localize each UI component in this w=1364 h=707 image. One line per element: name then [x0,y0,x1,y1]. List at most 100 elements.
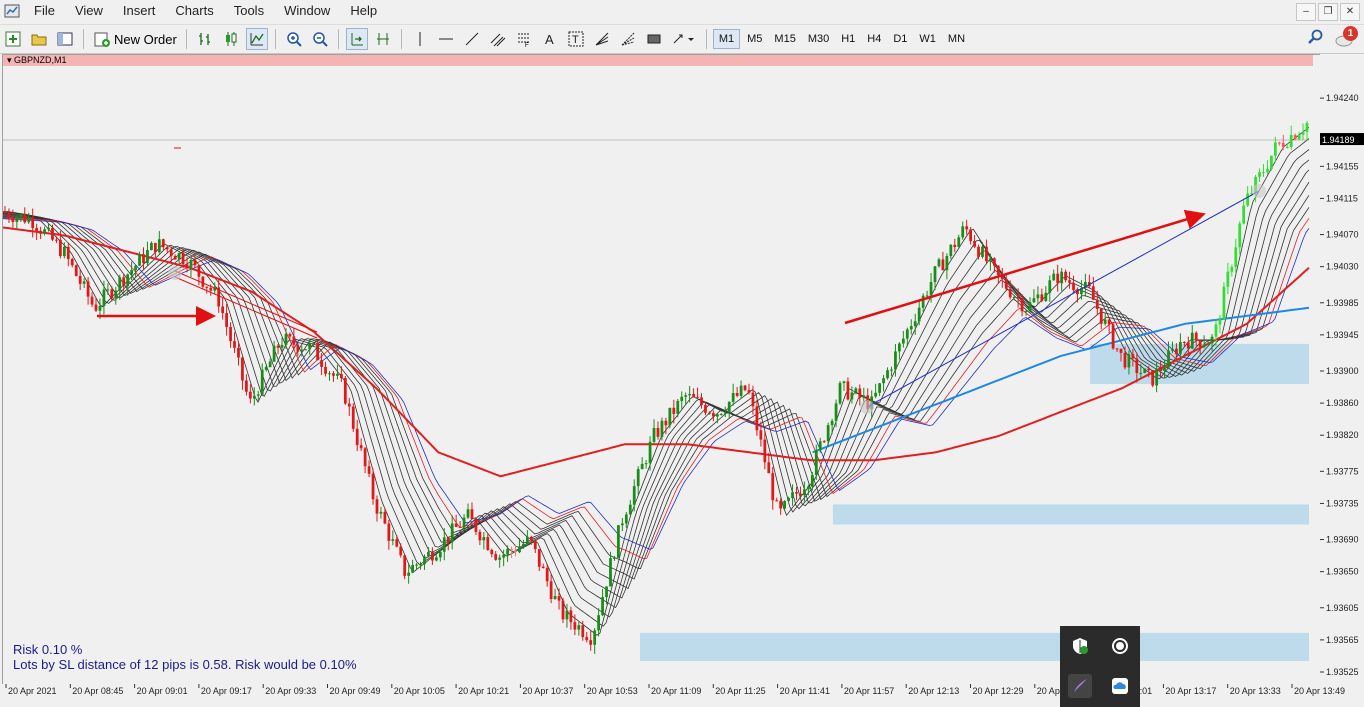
price-chart[interactable] [3,55,1321,685]
candle-body [1111,324,1115,349]
cloud-icon[interactable] [1108,674,1132,698]
timeframe-mn-button[interactable]: MN [943,30,970,48]
time-tick-label: 20 Apr 09:01 [137,686,188,696]
candle-body [336,373,339,376]
candle-body [205,286,209,288]
restore-button[interactable]: ❐ [1318,3,1338,21]
candle-body [791,492,794,499]
menu-help[interactable]: Help [340,0,387,22]
menu-file[interactable]: File [24,0,65,22]
fibo-fan-button[interactable] [617,28,639,50]
svg-text:A: A [545,32,554,47]
candle-body [719,413,723,415]
timeframe-m5-button[interactable]: M5 [742,30,767,48]
security-shield-icon[interactable] [1068,634,1092,658]
timeframe-w1-button[interactable]: W1 [914,30,941,48]
candle-body [668,407,672,426]
menu-window[interactable]: Window [274,0,340,22]
candle-body [209,287,213,291]
timeframe-h4-button[interactable]: H4 [862,30,886,48]
candle-body [1238,223,1242,248]
candle-body [838,383,842,404]
menu-charts[interactable]: Charts [165,0,223,22]
line-chart-button[interactable] [245,28,268,50]
candle-body [723,412,727,414]
notifications-button[interactable]: 1 [1334,26,1358,50]
arrows-button[interactable] [669,28,699,50]
timeframe-m1-button[interactable]: M1 [712,29,741,49]
channel-icon [490,33,506,47]
candle-body [434,557,438,561]
market-watch-button[interactable] [54,28,76,50]
candle-body [296,344,300,352]
timeframe-m30-button[interactable]: M30 [803,30,834,48]
candle-body [157,239,161,253]
timeframe-d1-button[interactable]: D1 [888,30,912,48]
candle-body [260,369,264,395]
candle-body [909,326,913,330]
window-controls: – ❐ ✕ [1296,3,1360,21]
price-tick-label: 1.94155 [1326,161,1359,171]
candle-body [684,395,688,397]
sync-icon[interactable] [1108,634,1132,658]
menu-insert[interactable]: Insert [113,0,166,22]
candle-body [533,540,537,550]
chart-shift-icon [376,33,389,45]
equidistant-channel-button[interactable] [487,28,509,50]
bar-chart-button[interactable] [194,28,216,50]
candle-body [1024,311,1028,313]
candle-body [929,282,933,296]
chart-window[interactable]: ▾ GBPNZD,M1 Risk 0.10 % Lots by SL dista… [2,54,1322,686]
candle-body [502,554,506,558]
search-icon[interactable] [1308,29,1324,45]
menu-tools[interactable]: Tools [224,0,274,22]
candle-body [169,249,173,256]
timeframe-h1-button[interactable]: H1 [836,30,860,48]
candle-body [1123,352,1127,368]
zoom-out-button[interactable] [309,28,331,50]
candle-body [818,441,822,450]
new-order-button[interactable]: New Order [89,30,181,48]
candle-body [193,259,197,266]
candle-body [138,254,141,266]
new-chart-button[interactable] [2,28,24,50]
candle-body [1230,266,1234,272]
close-button[interactable]: ✕ [1340,3,1360,21]
candle-body [664,420,668,426]
trendline-button[interactable] [461,28,483,50]
rectangle-icon [647,34,661,44]
candle-body [142,254,145,264]
text-button[interactable]: A [539,28,561,50]
demand-zone-2 [640,632,1309,661]
menu-view[interactable]: View [65,0,113,22]
zoom-in-button[interactable] [283,28,305,50]
minimize-button[interactable]: – [1296,3,1316,21]
fibonacci-button[interactable]: F [513,28,535,50]
candle-body [1155,368,1159,386]
chart-shift-button[interactable] [372,28,394,50]
text-label-icon: T [568,31,584,47]
horizontal-line-button[interactable] [435,28,457,50]
vertical-line-button[interactable] [409,28,431,50]
candlestick-button[interactable] [220,28,242,50]
candle-body [506,548,509,555]
profiles-button[interactable] [28,28,50,50]
text-label-button[interactable]: T [565,28,587,50]
gann-fan-button[interactable] [591,28,613,50]
auto-scroll-button[interactable] [345,28,368,50]
zoom-in-icon [287,32,302,47]
candle-body [86,281,90,297]
candle-body [423,556,426,565]
candle-body [252,395,256,399]
candle-body [996,265,1000,275]
feather-icon[interactable] [1068,674,1092,698]
candle-body [613,557,616,559]
candle-body [775,500,779,502]
rectangle-button[interactable] [643,28,665,50]
candle-body [656,427,660,437]
candle-body [233,341,236,348]
candle-body [759,430,763,440]
timeframe-m15-button[interactable]: M15 [769,30,800,48]
candle-body [787,498,790,502]
candle-body [700,397,703,406]
